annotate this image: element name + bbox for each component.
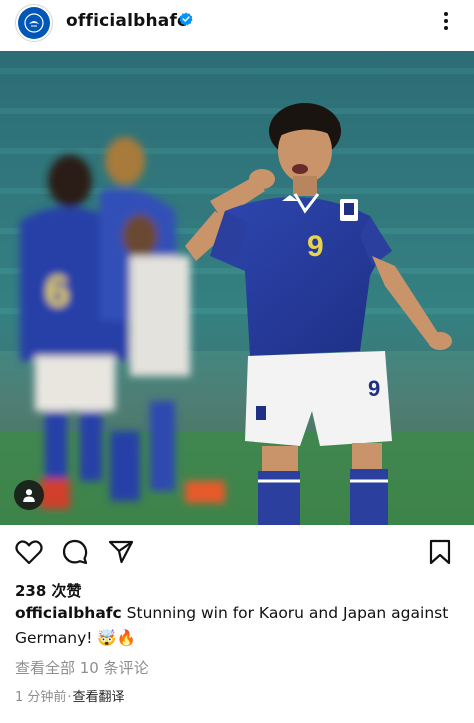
svg-text:9: 9: [368, 376, 380, 401]
post-actions: [0, 535, 474, 569]
meta-separator: ·: [67, 690, 72, 705]
verified-badge-icon: [179, 12, 193, 26]
more-options-icon[interactable]: [438, 9, 454, 33]
post-photo[interactable]: 6 9 9: [0, 51, 474, 525]
person-tag-icon[interactable]: [14, 480, 44, 510]
see-translation-link[interactable]: 查看翻译: [73, 690, 125, 705]
svg-text:9: 9: [307, 230, 324, 263]
caption-username[interactable]: officialbhafc: [15, 604, 122, 622]
likes-label: 次赞: [51, 582, 82, 600]
brighton-crest-icon: [18, 7, 50, 39]
send-paper-plane-icon[interactable]: [106, 537, 136, 567]
likes-number: 238: [15, 582, 47, 600]
avatar[interactable]: [15, 4, 53, 42]
heart-icon[interactable]: [14, 537, 44, 567]
post-username[interactable]: officialbhafc: [66, 11, 187, 31]
svg-text:6: 6: [45, 267, 69, 316]
bookmark-icon[interactable]: [425, 537, 455, 567]
photo-image: 6 9 9: [0, 51, 474, 525]
likes-count[interactable]: 238 次赞: [15, 580, 82, 601]
post-header: officialbhafc: [0, 0, 474, 48]
post-timestamp: 1 分钟前: [15, 690, 67, 705]
view-all-comments-link[interactable]: 查看全部 10 条评论: [15, 657, 149, 678]
post-caption: officialbhafc Stunning win for Kaoru and…: [15, 601, 460, 651]
post-meta: 1 分钟前·查看翻译: [15, 686, 125, 705]
comment-bubble-icon[interactable]: [60, 537, 90, 567]
